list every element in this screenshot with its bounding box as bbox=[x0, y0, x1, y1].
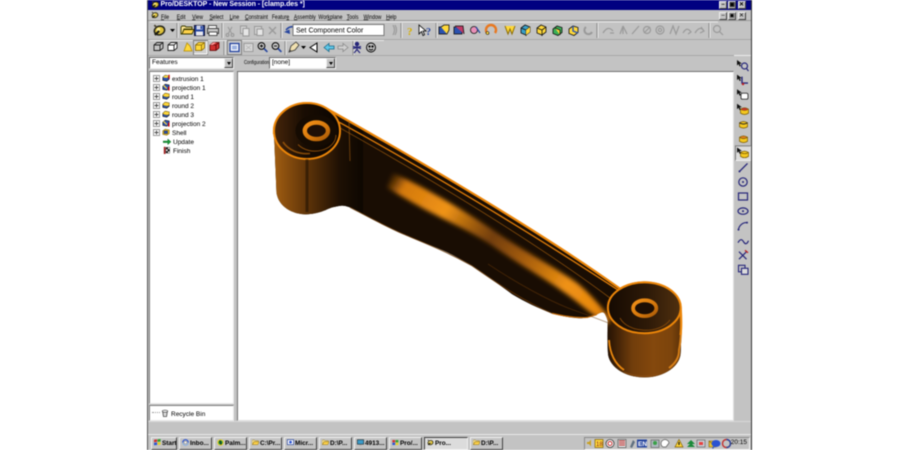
svg-text:?: ? bbox=[426, 27, 431, 38]
svg-text:18: 18 bbox=[596, 442, 603, 448]
svg-text:Set Component Color: Set Component Color bbox=[296, 28, 364, 35]
svg-text:?: ? bbox=[407, 26, 413, 38]
svg-text:EN: EN bbox=[638, 441, 647, 448]
